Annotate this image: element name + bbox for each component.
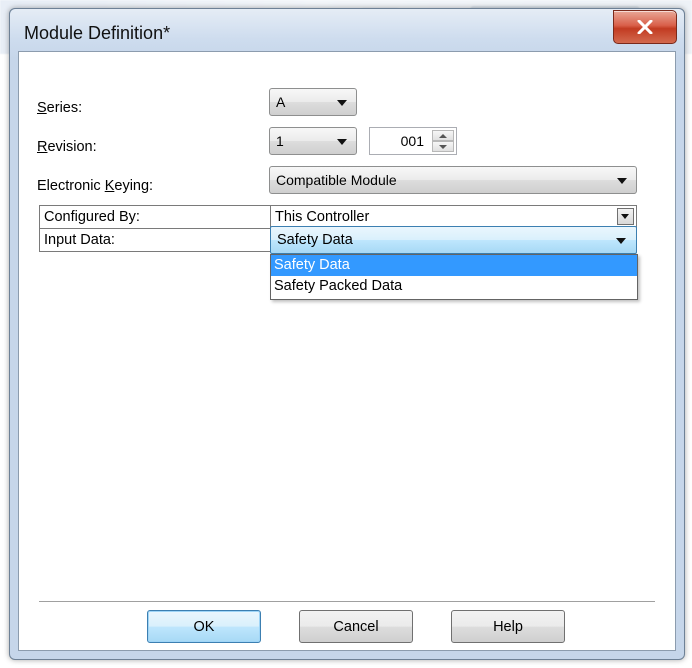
configured-by-dropdown-button[interactable] bbox=[617, 208, 634, 225]
configured-by-value: This Controller bbox=[275, 209, 370, 225]
close-button[interactable] bbox=[613, 10, 677, 44]
revision-label: Revision: bbox=[37, 139, 97, 155]
ok-button[interactable]: OK bbox=[147, 610, 261, 643]
revision-minor-stepper[interactable]: 001 bbox=[369, 127, 457, 155]
revision-major-value: 1 bbox=[276, 133, 284, 149]
dialog-title: Module Definition* bbox=[24, 23, 171, 43]
electronic-keying-label: Electronic Keying: bbox=[37, 178, 154, 194]
series-value: A bbox=[276, 94, 286, 110]
input-data-value: Safety Data bbox=[277, 232, 353, 248]
dialog-client-area: Series: A Revision: 1 001 Electronic Key… bbox=[18, 51, 676, 651]
input-data-options-list: Safety Data Safety Packed Data bbox=[270, 254, 638, 300]
module-definition-dialog: Module Definition* Series: A Revision: 1… bbox=[9, 8, 685, 660]
spin-up-icon[interactable] bbox=[432, 130, 454, 141]
revision-minor-value: 001 bbox=[400, 133, 424, 149]
option-safety-data[interactable]: Safety Data bbox=[271, 255, 637, 276]
button-separator bbox=[39, 601, 655, 603]
help-button[interactable]: Help bbox=[451, 610, 565, 643]
grid-row-input-data-name: Input Data: bbox=[39, 228, 271, 252]
cancel-button[interactable]: Cancel bbox=[299, 610, 413, 643]
series-dropdown[interactable]: A bbox=[269, 88, 357, 116]
spin-buttons bbox=[432, 130, 454, 152]
revision-major-dropdown[interactable]: 1 bbox=[269, 127, 357, 155]
spin-down-icon[interactable] bbox=[432, 141, 454, 152]
chevron-down-icon bbox=[616, 238, 626, 244]
chevron-down-icon bbox=[617, 178, 627, 184]
option-safety-packed-data[interactable]: Safety Packed Data bbox=[271, 276, 637, 297]
grid-row-configured-by-name: Configured By: bbox=[39, 205, 271, 229]
series-label: Series: bbox=[37, 100, 83, 116]
electronic-keying-value: Compatible Module bbox=[276, 172, 397, 188]
input-data-dropdown[interactable]: Safety Data bbox=[270, 226, 637, 254]
chevron-down-icon bbox=[337, 100, 347, 106]
chevron-down-icon bbox=[337, 139, 347, 145]
electronic-keying-dropdown[interactable]: Compatible Module bbox=[269, 166, 637, 194]
close-x-icon bbox=[637, 20, 653, 34]
